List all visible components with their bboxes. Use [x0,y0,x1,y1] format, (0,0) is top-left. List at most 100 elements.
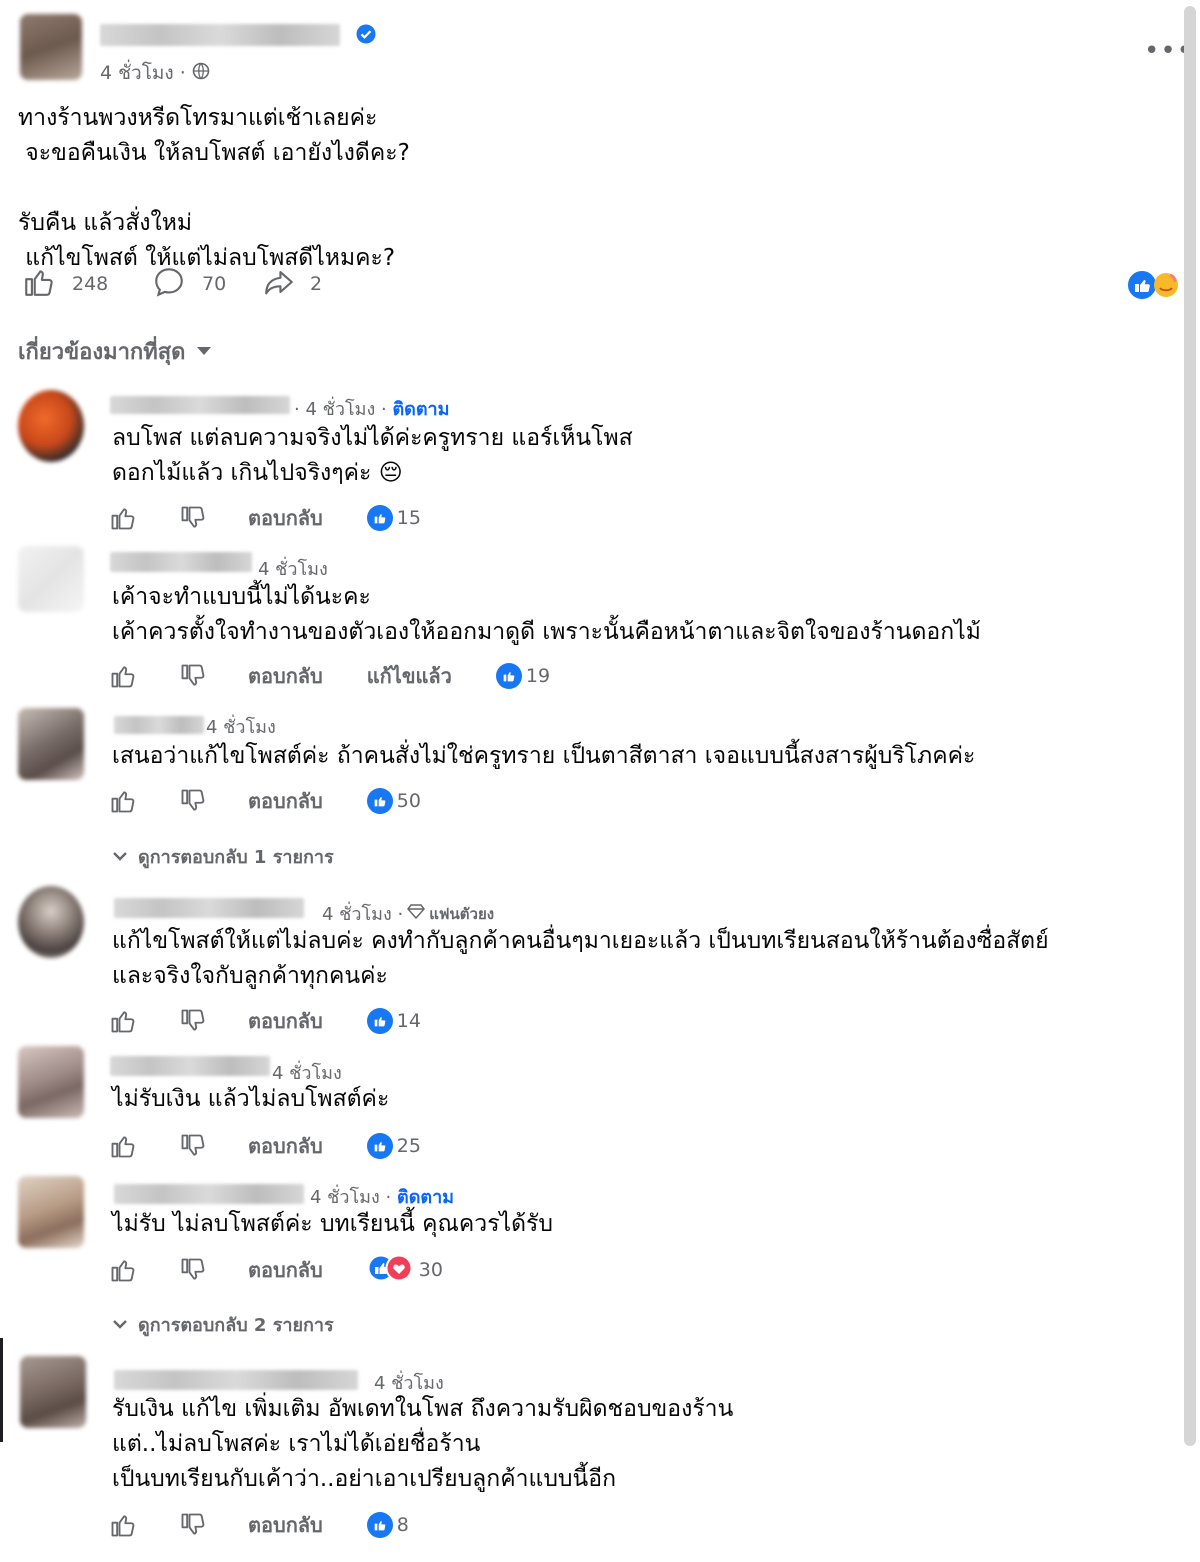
comment-sort-dropdown[interactable]: เกี่ยวข้องมากที่สุด [18,334,213,369]
comment-highlight-bar [0,1338,3,1442]
comment-author-name[interactable] [114,898,304,918]
like-icon[interactable] [108,786,138,816]
reaction-number: 8 [396,1514,409,1536]
comment-text: เค้าจะทำแบบนี้ไม่ได้นะคะ เค้าควรตั้งใจทำ… [112,584,981,645]
comment-timestamp[interactable]: 4 ชั่วโมง [258,559,328,580]
view-replies-link[interactable]: ดูการตอบกลับ 2 รายการ [112,1310,334,1339]
verified-badge-icon [356,24,376,48]
like-icon[interactable] [108,503,138,533]
reaction-count[interactable]: 50 [366,788,421,814]
like-reaction-icon [366,788,393,814]
reaction-number: 15 [396,507,421,529]
comment-avatar[interactable] [18,886,84,958]
view-replies-label: ดูการตอบกลับ 2 รายการ [138,1315,334,1336]
reaction-summary-icon[interactable] [1124,268,1180,306]
edited-label: แก้ไขแล้ว [366,664,452,688]
like-icon[interactable] [108,1255,138,1285]
reaction-number: 25 [396,1135,421,1157]
comment-text: แก้ไขโพสต์ให้แต่ไม่ลบค่ะ คงทำกับลูกค้าคน… [112,928,1049,989]
chevron-down-icon [112,846,128,867]
comment-timestamp[interactable]: 4 ชั่วโมง · [310,1187,391,1208]
comment-actions: ตอบกลับ 30 [108,1253,443,1287]
reply-button[interactable]: ตอบกลับ [248,1005,323,1037]
comment-avatar[interactable] [18,390,84,462]
comment-timestamp[interactable]: 4 ชั่วโมง [272,1063,342,1084]
comment-timestamp[interactable]: 4 ชั่วโมง [374,1373,444,1394]
globe-icon [192,62,210,85]
comment-count[interactable]: 70 [202,273,262,295]
dislike-icon[interactable] [178,503,208,533]
comment-text: ลบโพส แต่ลบความจริงไม่ได้ค่ะครูทราย แอร์… [112,425,633,486]
comment-timestamp[interactable]: · 4 ชั่วโมง · [294,399,387,420]
comment-text: เสนอว่าแก้ไขโพสต์ค่ะ ถ้าคนสั่งไม่ใช่ครูท… [112,743,976,769]
reaction-count[interactable]: 14 [366,1008,421,1034]
like-icon[interactable] [108,1131,138,1161]
reply-button[interactable]: ตอบกลับ [248,1509,323,1541]
follow-link[interactable]: ติดตาม [397,1187,454,1208]
reaction-number: 14 [396,1010,421,1032]
reply-button[interactable]: ตอบกลับ [248,502,323,534]
like-count[interactable]: 248 [72,273,152,295]
follow-link[interactable]: ติดตาม [392,399,449,420]
reaction-count[interactable]: 8 [366,1512,409,1538]
reaction-count[interactable]: 25 [366,1133,421,1159]
post-timestamp[interactable]: 4 ชั่วโมง · [100,58,186,88]
comment-actions: ตอบกลับ 14 [108,1004,421,1038]
reply-button[interactable]: ตอบกลับ [248,1254,323,1286]
diamond-icon [407,903,426,924]
comment-actions: ตอบกลับ 8 [108,1508,409,1542]
comment-actions: ตอบกลับ แก้ไขแล้ว 19 [108,659,550,693]
dislike-icon[interactable] [178,786,208,816]
reply-button[interactable]: ตอบกลับ [248,660,323,692]
comment-actions: ตอบกลับ 15 [108,501,421,535]
comment-avatar[interactable] [18,1046,84,1118]
dislike-icon[interactable] [178,1255,208,1285]
like-icon[interactable] [108,661,138,691]
reply-button[interactable]: ตอบกลับ [248,785,323,817]
comment-timestamp[interactable]: 4 ชั่วโมง [206,717,276,738]
reaction-count[interactable]: 30 [367,1254,443,1287]
dislike-icon[interactable] [178,1510,208,1540]
like-icon[interactable] [108,1510,138,1540]
comment-avatar[interactable] [18,546,84,612]
scrollbar[interactable] [1184,6,1196,1446]
comment-text: ไม่รับ ไม่ลบโพสต์ค่ะ บทเรียนนี้ คุณควรได… [112,1211,553,1237]
comment-author-name[interactable] [114,716,204,734]
like-reaction-icon [366,1008,393,1034]
post-author-name[interactable] [100,24,340,46]
comment-icon[interactable] [152,265,188,303]
post-author-avatar[interactable] [20,14,82,80]
post-actions: 248 70 2 [22,267,322,301]
comment-avatar[interactable] [18,708,84,780]
comment-author-name[interactable] [110,552,252,572]
view-replies-link[interactable]: ดูการตอบกลับ 1 รายการ [112,842,334,871]
comment-avatar[interactable] [20,1356,86,1428]
share-count[interactable]: 2 [310,273,322,295]
dislike-icon[interactable] [178,1006,208,1036]
like-love-reaction-icon [367,1254,415,1287]
reply-button[interactable]: ตอบกลับ [248,1130,323,1162]
reaction-number: 19 [525,665,551,687]
comment-author-name[interactable] [110,396,290,414]
dislike-icon[interactable] [178,1131,208,1161]
like-reaction-icon [366,1512,393,1538]
comment-author-name[interactable] [110,1056,270,1076]
comment-actions: ตอบกลับ 50 [108,784,421,818]
comment-avatar[interactable] [18,1176,84,1248]
post-body: ทางร้านพวงหรีดโทรมาแต่เช้าเลยค่ะ จะขอคืน… [18,105,410,271]
comment-author-name[interactable] [114,1370,358,1390]
caret-down-icon [195,342,213,361]
like-reaction-icon [366,505,393,531]
share-icon[interactable] [262,265,298,303]
reaction-count[interactable]: 19 [495,663,551,689]
dislike-icon[interactable] [178,661,208,691]
sort-label: เกี่ยวข้องมากที่สุด [18,340,186,365]
chevron-down-icon [112,1314,128,1335]
like-icon[interactable] [22,265,58,303]
like-icon[interactable] [108,1006,138,1036]
reaction-count[interactable]: 15 [366,505,421,531]
comment-text: ไม่รับเงิน แล้วไม่ลบโพสต์ค่ะ [112,1086,390,1112]
like-reaction-icon [366,1133,393,1159]
comment-author-name[interactable] [114,1184,304,1204]
view-replies-label: ดูการตอบกลับ 1 รายการ [138,847,334,868]
